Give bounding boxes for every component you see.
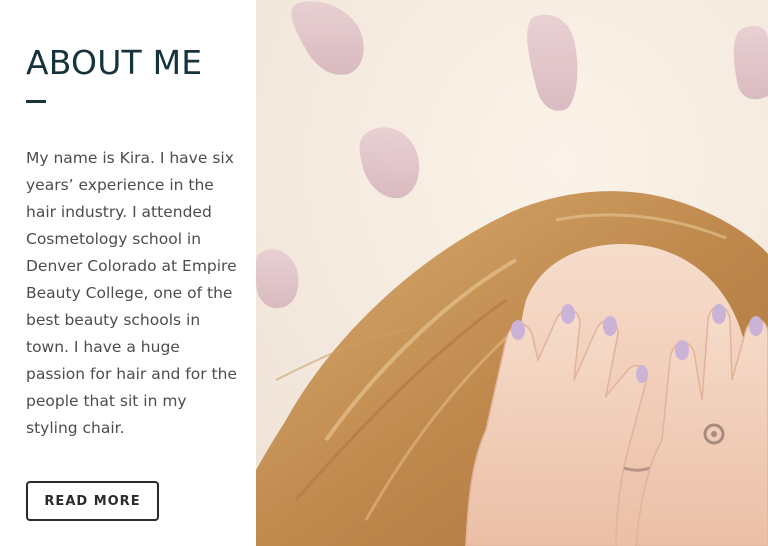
heading-underline [26,100,46,103]
section-heading: ABOUT ME [26,43,203,82]
about-panel: ABOUT ME My name is Kira. I have six yea… [0,0,256,546]
read-more-button[interactable]: READ MORE [26,481,159,521]
bio-text: My name is Kira. I have six years’ exper… [26,149,237,437]
about-photo [256,0,768,546]
woman-covering-face-with-hands-icon [256,0,768,546]
